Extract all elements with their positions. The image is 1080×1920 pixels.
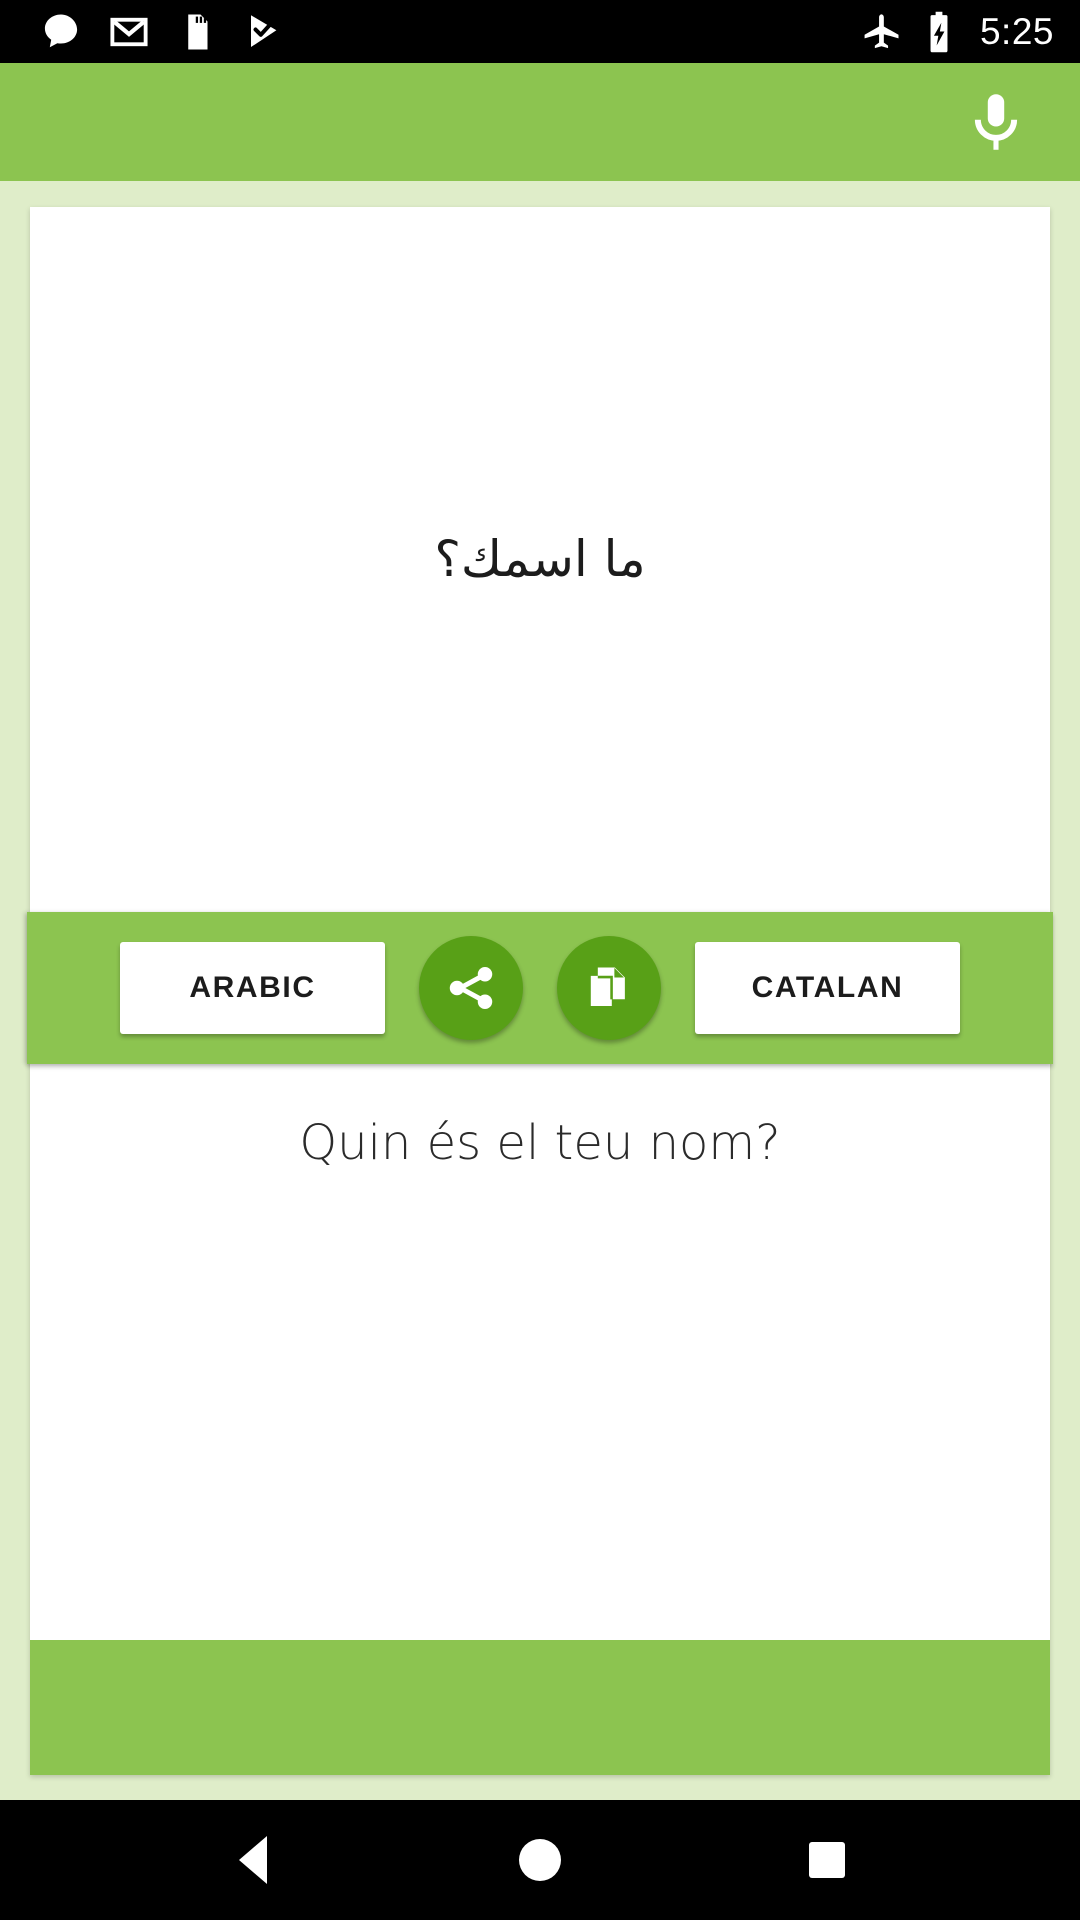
microphone-button[interactable] — [958, 84, 1034, 160]
home-circle-icon — [518, 1839, 561, 1881]
play-checkmark-icon — [251, 14, 277, 47]
share-icon — [449, 967, 493, 1009]
source-text: ما اسمك؟ — [434, 529, 646, 588]
source-language-label: ARABIC — [189, 971, 316, 1004]
back-triangle-icon — [239, 1836, 268, 1884]
android-navigation-bar — [0, 1800, 1080, 1920]
app-header — [0, 63, 1080, 181]
microphone-icon — [974, 94, 1018, 150]
translation-card: ما اسمك؟ ARABIC CATALAN Quin és el teu n… — [27, 207, 1053, 1775]
copy-button[interactable] — [557, 936, 661, 1040]
target-language-button[interactable]: CATALAN — [695, 942, 960, 1034]
phone-screen: 5:25 ما اسمك؟ ARABIC CATALAN Quin és el … — [0, 0, 1080, 1920]
message-bubble-icon — [44, 14, 78, 47]
source-language-button[interactable]: ARABIC — [120, 942, 385, 1034]
target-text-panel[interactable]: Quin és el teu nom? — [30, 1064, 1050, 1640]
card-footer-bar — [30, 1640, 1050, 1775]
airplane-mode-icon — [864, 13, 899, 48]
share-button[interactable] — [419, 936, 523, 1040]
status-bar: 5:25 — [0, 0, 1080, 63]
target-language-label: CATALAN — [751, 971, 904, 1004]
battery-charging-icon — [930, 11, 948, 52]
source-text-panel[interactable]: ما اسمك؟ — [30, 207, 1050, 912]
copy-icon — [590, 967, 625, 1006]
nav-recents-button[interactable] — [782, 1815, 872, 1905]
sd-card-icon — [188, 14, 208, 49]
status-bar-clock: 5:25 — [979, 11, 1054, 52]
target-text: Quin és el teu nom? — [299, 1115, 781, 1171]
gmail-icon — [110, 17, 148, 46]
nav-back-button[interactable] — [208, 1815, 298, 1905]
status-bar-right-icons: 5:25 — [860, 10, 1054, 54]
recents-square-icon — [808, 1842, 845, 1878]
translation-control-bar: ARABIC CATALAN — [27, 912, 1053, 1064]
status-bar-left-icons — [40, 11, 286, 53]
nav-home-button[interactable] — [495, 1815, 585, 1905]
